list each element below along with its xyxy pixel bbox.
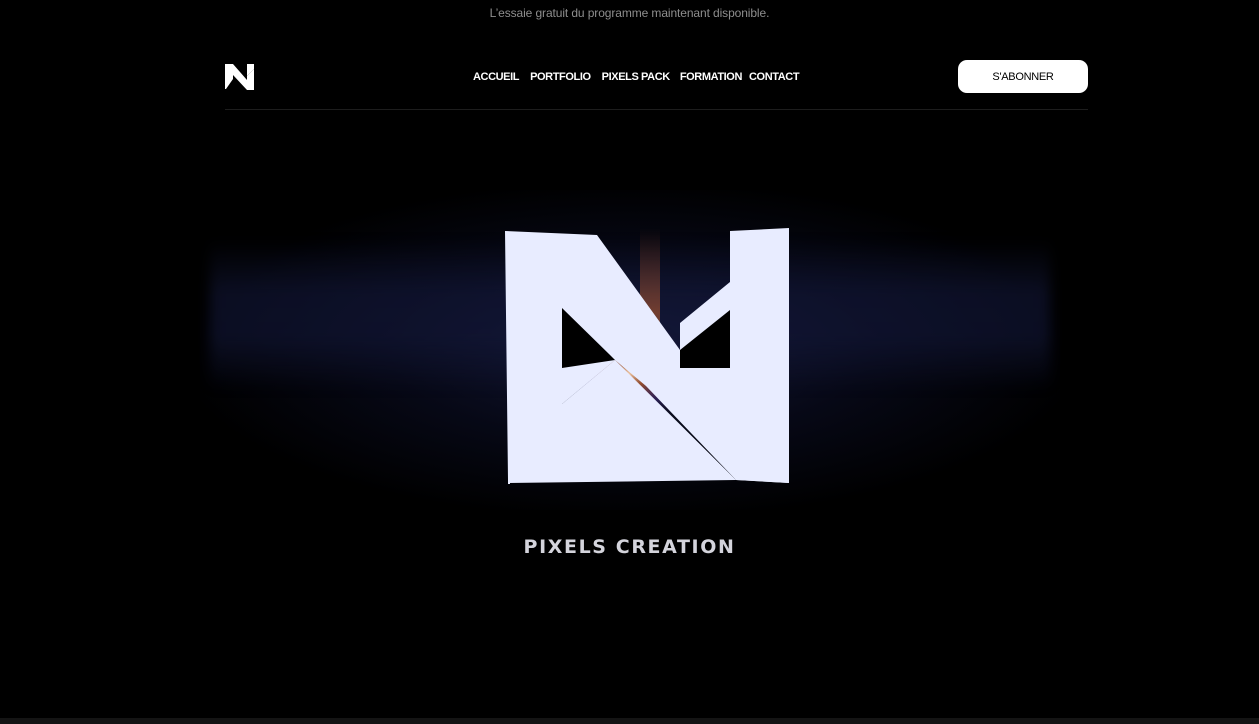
hero-caption: PIXELS CREATION bbox=[523, 536, 736, 558]
nav-item-contact[interactable]: CONTACT bbox=[749, 71, 800, 83]
site-logo[interactable] bbox=[225, 63, 255, 91]
nav-item-accueil[interactable]: ACCUEIL bbox=[473, 71, 519, 83]
nav-item-pixels-pack[interactable]: PIXELS PACK bbox=[602, 71, 671, 83]
main-nav: ACCUEIL PORTFOLIO PIXELS PACK FORMATION … bbox=[473, 71, 800, 83]
bottom-edge bbox=[0, 718, 1259, 724]
pixels-n-logo-icon bbox=[505, 228, 789, 484]
nav-item-portfolio[interactable]: PORTFOLIO bbox=[530, 71, 591, 83]
announcement-bar: L’essaie gratuit du programme maintenant… bbox=[489, 6, 770, 20]
hero-video[interactable]: PIXELS CREATION bbox=[0, 110, 1259, 724]
site-header: ACCUEIL PORTFOLIO PIXELS PACK FORMATION … bbox=[225, 58, 1088, 98]
pixels-n-logo-icon bbox=[225, 64, 254, 90]
nav-item-formation[interactable]: FORMATION bbox=[680, 71, 743, 83]
subscribe-button[interactable]: S'ABONNER bbox=[958, 60, 1088, 93]
